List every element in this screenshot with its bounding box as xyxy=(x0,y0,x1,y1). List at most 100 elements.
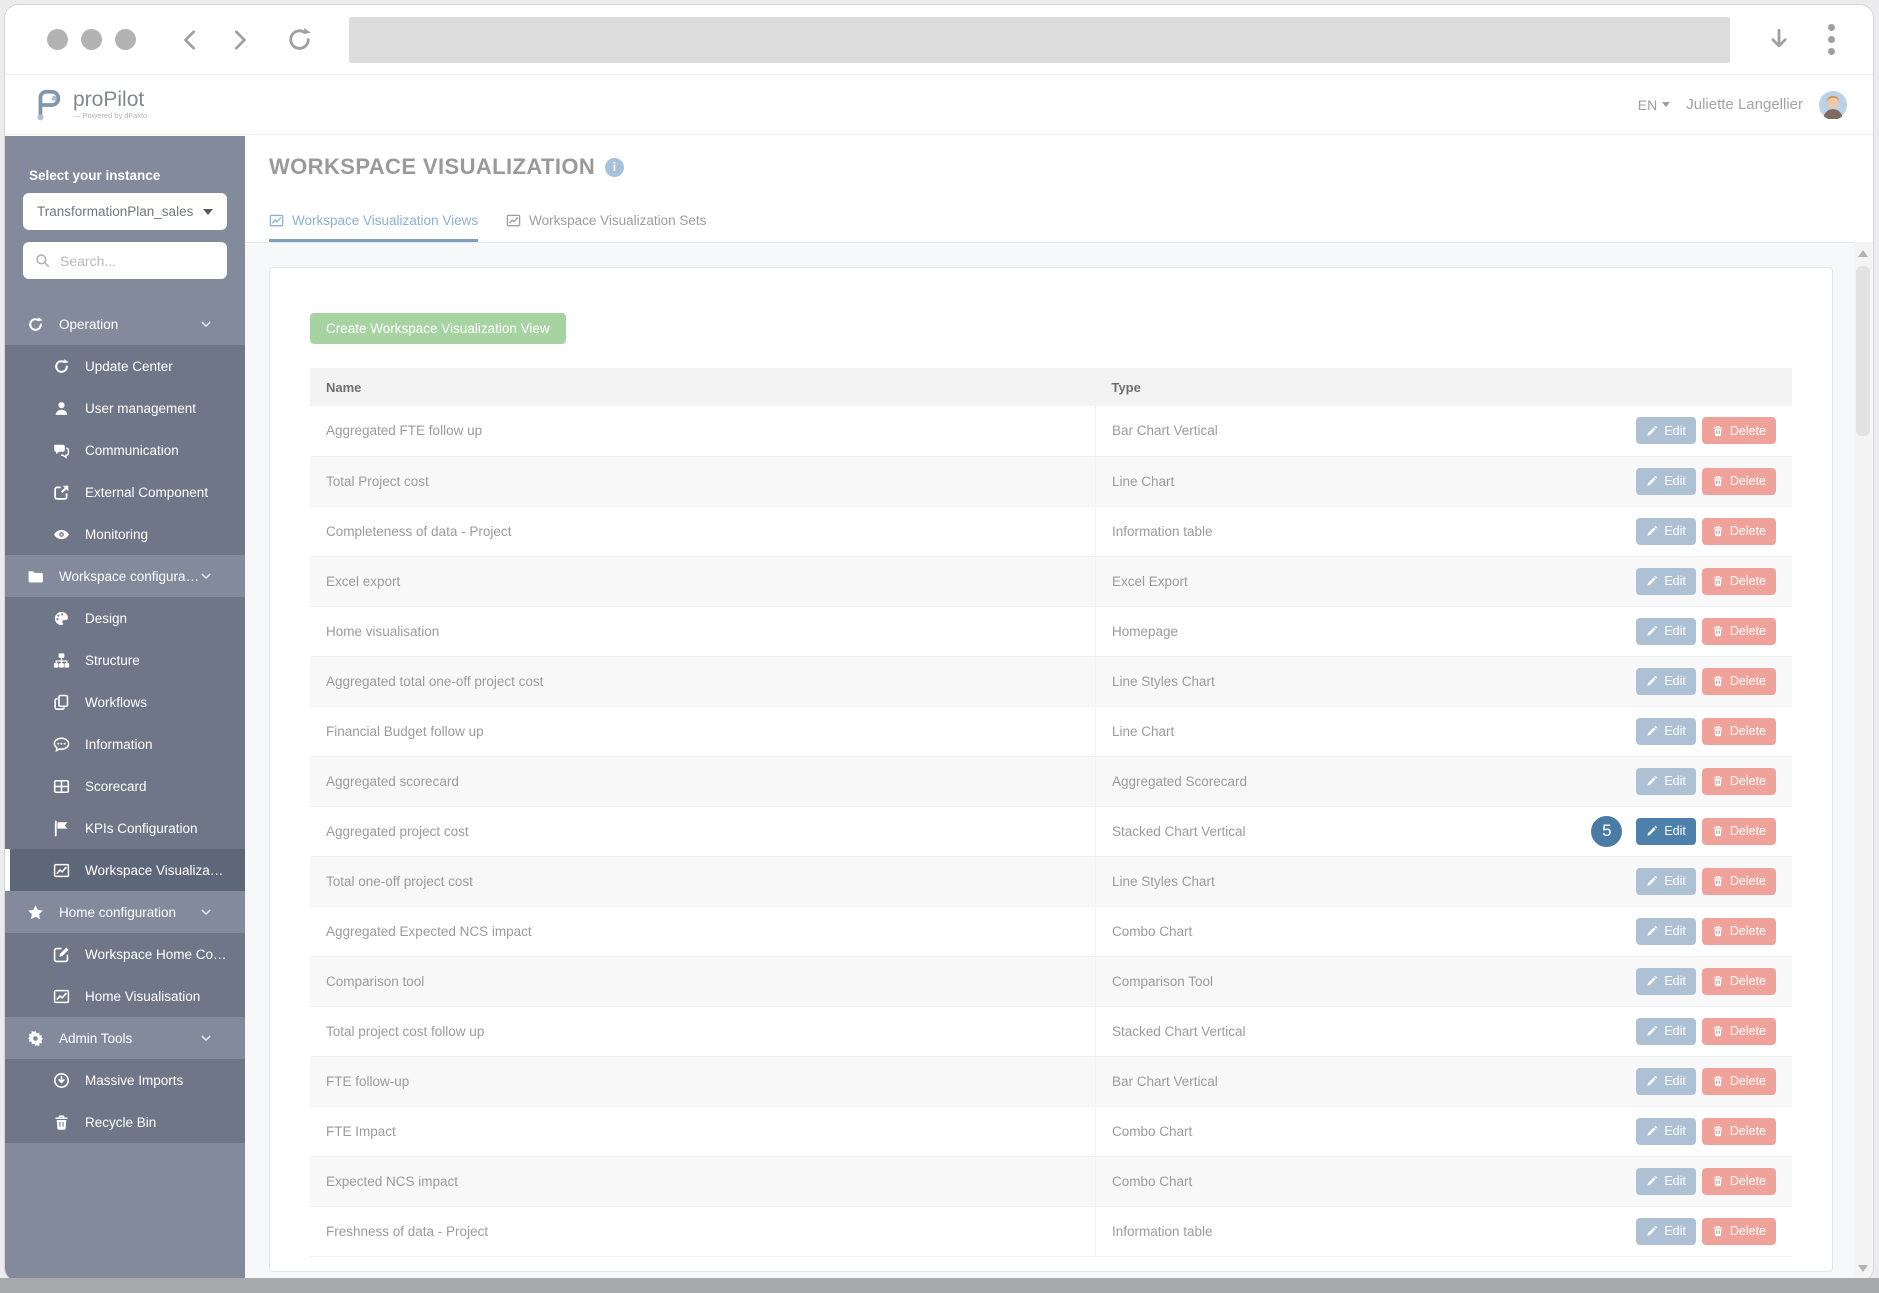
forward-icon[interactable] xyxy=(228,28,252,52)
edit-button[interactable]: Edit xyxy=(1636,417,1696,445)
sidebar-item-label: Design xyxy=(85,610,128,626)
instance-select[interactable]: TransformationPlan_sales xyxy=(23,193,227,230)
sidebar-section-admin-tools[interactable]: Admin Tools xyxy=(5,1017,245,1059)
scrollbar-thumb[interactable] xyxy=(1856,266,1870,436)
sidebar-item-structure[interactable]: Structure xyxy=(5,639,245,681)
pencil-icon xyxy=(1646,1225,1658,1237)
pencil-icon xyxy=(1646,775,1658,787)
edit-button[interactable]: Edit xyxy=(1636,567,1696,595)
delete-button[interactable]: Delete xyxy=(1701,417,1776,445)
delete-button[interactable]: Delete xyxy=(1701,567,1776,595)
chart-icon xyxy=(53,862,70,879)
pencil-icon xyxy=(1646,675,1658,687)
cell-type: Information table xyxy=(1094,506,1578,557)
sidebar-item-workflows[interactable]: Workflows xyxy=(5,681,245,723)
tab-workspace-visualization-views[interactable]: Workspace Visualization Views xyxy=(269,213,479,242)
sidebar-item-scorecard[interactable]: Scorecard xyxy=(5,765,245,807)
sidebar-item-design[interactable]: Design xyxy=(5,597,245,639)
sidebar-section-workspace-configuration[interactable]: Workspace configuration xyxy=(5,555,245,597)
trash-icon xyxy=(1712,1025,1724,1037)
avatar[interactable] xyxy=(1819,90,1847,119)
cell-type: Comparison Tool xyxy=(1094,956,1578,1007)
cell-name: Excel export xyxy=(310,556,1096,607)
sidebar-item-workspace-visualization[interactable]: Workspace Visualization xyxy=(5,849,245,891)
edit-button[interactable]: Edit xyxy=(1636,917,1696,945)
sidebar-section-operation[interactable]: Operation xyxy=(5,303,245,345)
cell-actions: Edit Delete xyxy=(1577,1156,1792,1207)
scroll-down-icon[interactable] xyxy=(1858,1265,1868,1272)
delete-button[interactable]: Delete xyxy=(1701,917,1776,945)
sidebar-item-label: Workspace configuration xyxy=(59,568,200,584)
scrollbar[interactable] xyxy=(1854,242,1872,1280)
pencil-icon xyxy=(1646,425,1658,437)
edit-button[interactable]: Edit xyxy=(1636,1167,1696,1195)
sidebar-item-monitoring[interactable]: Monitoring xyxy=(5,513,245,555)
table-header-row: Name Type xyxy=(310,368,1792,406)
cell-actions: Edit Delete xyxy=(1577,906,1792,957)
refresh-icon[interactable] xyxy=(286,26,313,53)
sidebar-item-external-component[interactable]: External Component xyxy=(5,471,245,513)
back-icon[interactable] xyxy=(178,28,202,52)
pencil-icon xyxy=(1646,1075,1658,1087)
sidebar-item-label: External Component xyxy=(85,484,209,500)
delete-button[interactable]: Delete xyxy=(1701,1067,1776,1095)
url-bar[interactable] xyxy=(349,16,1730,63)
delete-button[interactable]: Delete xyxy=(1701,517,1776,545)
window-dot-icon[interactable] xyxy=(115,29,136,50)
sidebar-item-information[interactable]: Information xyxy=(5,723,245,765)
window-dot-icon[interactable] xyxy=(81,29,102,50)
edit-button[interactable]: Edit xyxy=(1636,467,1696,495)
delete-button[interactable]: Delete xyxy=(1701,817,1776,845)
edit-button[interactable]: Edit xyxy=(1636,817,1696,845)
delete-button[interactable]: Delete xyxy=(1701,867,1776,895)
delete-button[interactable]: Delete xyxy=(1701,1167,1776,1195)
cell-name: Aggregated Expected NCS impact xyxy=(310,906,1096,957)
comment-icon xyxy=(53,736,70,753)
scroll-up-icon[interactable] xyxy=(1858,250,1868,257)
edit-button[interactable]: Edit xyxy=(1636,617,1696,645)
delete-button[interactable]: Delete xyxy=(1701,617,1776,645)
language-selector[interactable]: EN xyxy=(1638,97,1671,113)
download-icon[interactable] xyxy=(1766,27,1792,53)
sidebar-item-workspace-home-conf[interactable]: Workspace Home Conf... xyxy=(5,933,245,975)
tab-workspace-visualization-sets[interactable]: Workspace Visualization Sets xyxy=(506,213,706,242)
delete-button[interactable]: Delete xyxy=(1701,467,1776,495)
table-row: Total project cost follow up Stacked Char… xyxy=(310,1006,1792,1057)
info-icon[interactable]: i xyxy=(605,157,625,177)
sidebar-item-label: Recycle Bin xyxy=(85,1114,157,1130)
edit-button[interactable]: Edit xyxy=(1636,1067,1696,1095)
sidebar-item-communication[interactable]: Communication xyxy=(5,429,245,471)
edit-button[interactable]: Edit xyxy=(1636,1017,1696,1045)
edit-button[interactable]: Edit xyxy=(1636,867,1696,895)
delete-button[interactable]: Delete xyxy=(1701,1217,1776,1245)
window-dot-icon[interactable] xyxy=(47,29,68,50)
delete-button[interactable]: Delete xyxy=(1701,1017,1776,1045)
browser-menu-icon[interactable] xyxy=(1828,24,1835,55)
edit-button[interactable]: Edit xyxy=(1636,967,1696,995)
sidebar-item-update-center[interactable]: Update Center xyxy=(5,345,245,387)
edit-button[interactable]: Edit xyxy=(1636,1217,1696,1245)
sidebar-item-kpis-configuration[interactable]: KPIs Configuration xyxy=(5,807,245,849)
sidebar-item-recycle-bin[interactable]: Recycle Bin xyxy=(5,1101,245,1143)
sidebar-item-massive-imports[interactable]: Massive Imports xyxy=(5,1059,245,1101)
delete-button[interactable]: Delete xyxy=(1701,717,1776,745)
edit-button[interactable]: Edit xyxy=(1636,717,1696,745)
delete-button[interactable]: Delete xyxy=(1701,1117,1776,1145)
sidebar-item-home-visualisation[interactable]: Home Visualisation xyxy=(5,975,245,1017)
delete-button[interactable]: Delete xyxy=(1701,667,1776,695)
sidebar-section-home-configuration[interactable]: Home configuration xyxy=(5,891,245,933)
bottom-strip xyxy=(0,1278,1879,1293)
delete-button[interactable]: Delete xyxy=(1701,967,1776,995)
pencil-icon xyxy=(1646,1125,1658,1137)
pencil-icon xyxy=(1646,625,1658,637)
search-input[interactable] xyxy=(60,252,241,269)
create-workspace-visualization-view-button[interactable]: Create Workspace Visualization View xyxy=(310,313,566,344)
edit-button[interactable]: Edit xyxy=(1636,517,1696,545)
trash-icon xyxy=(1712,825,1724,837)
edit-button[interactable]: Edit xyxy=(1636,767,1696,795)
edit-button[interactable]: Edit xyxy=(1636,667,1696,695)
edit-button[interactable]: Edit xyxy=(1636,1117,1696,1145)
sidebar-item-user-management[interactable]: User management xyxy=(5,387,245,429)
delete-button[interactable]: Delete xyxy=(1701,767,1776,795)
search-icon xyxy=(35,253,50,268)
